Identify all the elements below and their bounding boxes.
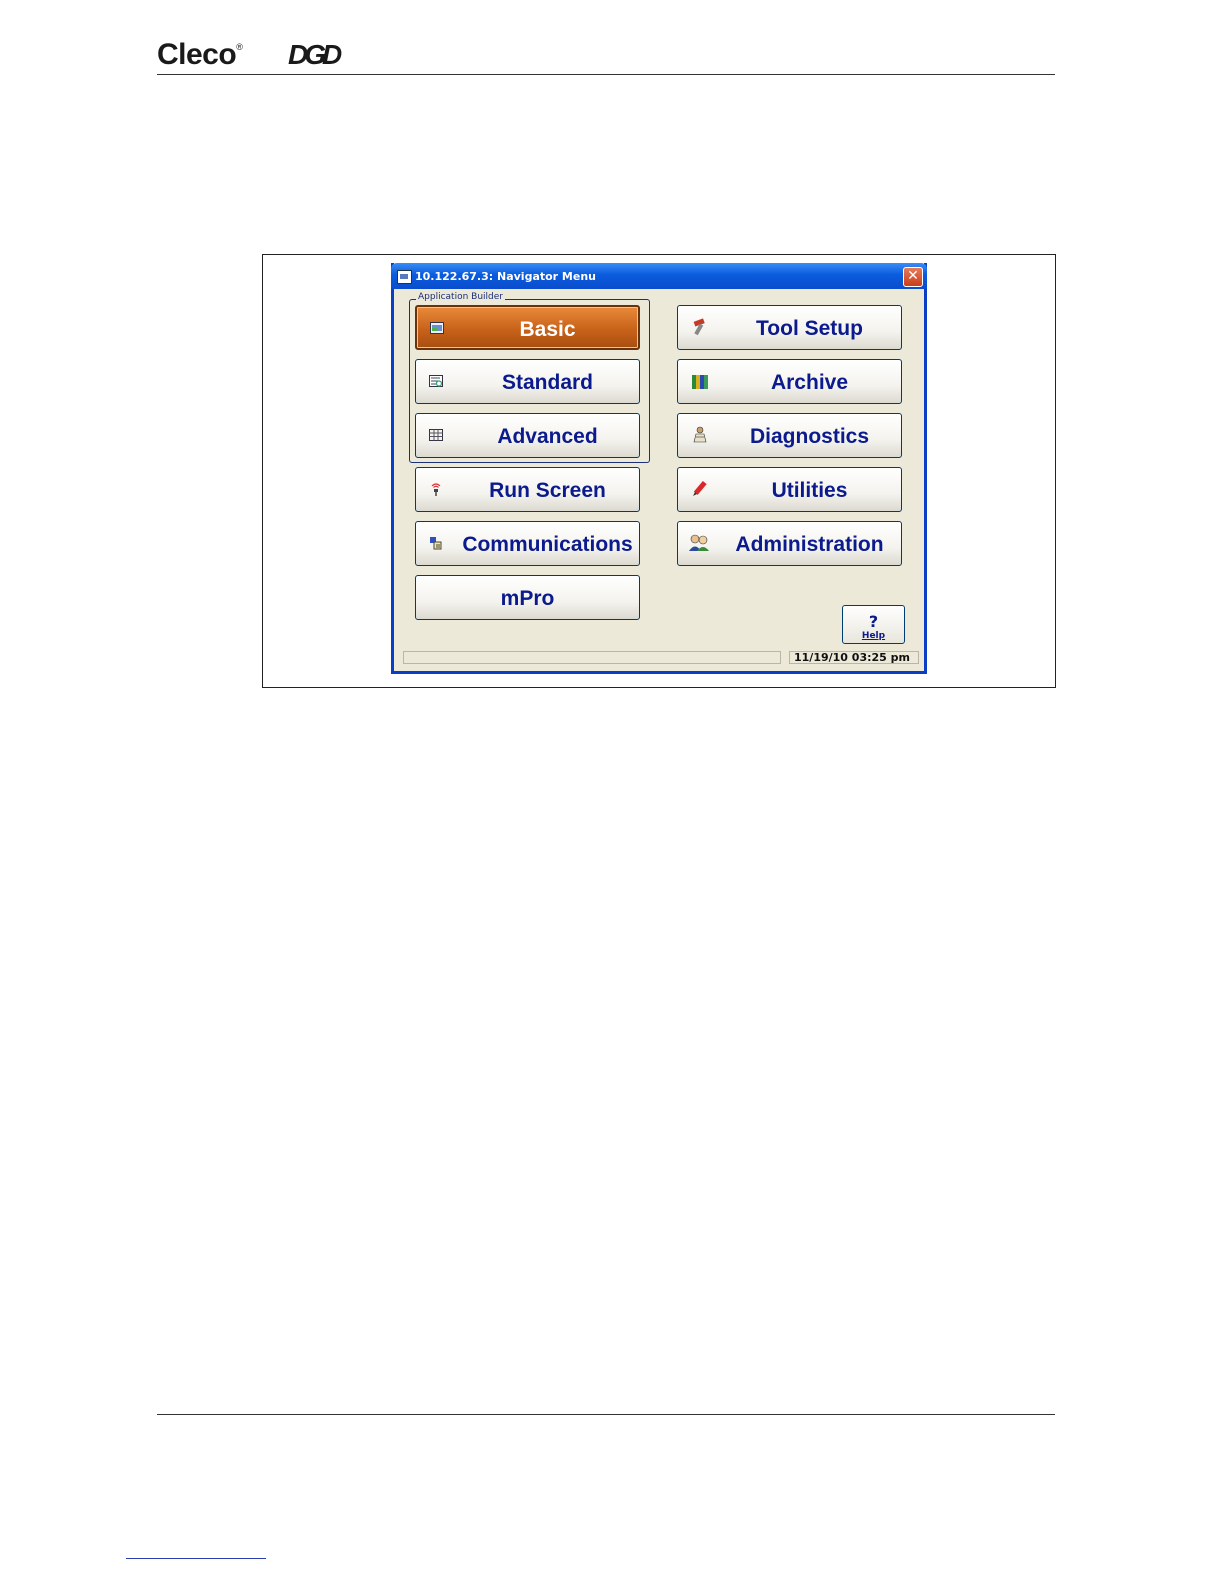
status-bar-message [403,651,781,664]
advanced-label: Advanced [497,425,598,448]
help-icon: ? [868,611,879,631]
app-icon [397,270,412,284]
basic-button[interactable]: Basic [415,305,640,350]
diagnostics-label: Diagnostics [749,425,870,448]
standard-label: Standard [501,371,593,394]
diagnostics-button[interactable]: Diagnostics [677,413,902,458]
archive-button[interactable]: Archive [677,359,902,404]
tool-setup-button[interactable]: Tool Setup [677,305,902,350]
run-screen-label: Run Screen [489,479,606,502]
binders-icon [692,375,708,389]
archive-label: Archive [770,371,849,394]
administration-button[interactable]: Administration [677,521,902,566]
users-icon [689,534,709,551]
form-icon [430,322,444,334]
communications-button[interactable]: Communications [415,521,640,566]
pen-icon [693,480,707,496]
advanced-button[interactable]: Advanced [415,413,640,458]
help-label: Help [861,630,886,641]
footer-divider [157,1414,1055,1415]
tool-setup-label: Tool Setup [756,317,863,340]
basic-label: Basic [519,318,576,341]
application-builder-label: Application Builder [416,292,505,302]
page-header: Cleco® DGD [157,38,1055,75]
run-screen-button[interactable]: Run Screen [415,467,640,512]
navigator-window: 10.122.67.3: Navigator Menu ✕ Applicatio… [391,263,927,674]
form-list-icon [429,375,443,387]
administration-label: Administration [735,533,884,556]
window-title: 10.122.67.3: Navigator Menu [415,270,597,283]
mpro-button[interactable]: mPro [415,575,640,620]
technician-icon [693,426,707,443]
title-bar[interactable]: 10.122.67.3: Navigator Menu ✕ [391,263,927,289]
dgd-logo: DGD [288,39,342,70]
close-button[interactable]: ✕ [903,267,923,287]
standard-button[interactable]: Standard [415,359,640,404]
antenna-icon [431,483,441,496]
communications-label: Communications [462,533,633,556]
cleco-logo: Cleco® [157,38,243,71]
status-bar-datetime: 11/19/10 03:25 pm [789,651,919,664]
help-button[interactable]: ? Help [842,605,905,644]
network-icon [430,537,442,550]
mpro-label: mPro [500,587,555,610]
grid-icon [429,429,443,441]
footer-link-underline [126,1558,266,1559]
utilities-button[interactable]: Utilities [677,467,902,512]
wrench-icon [693,318,705,336]
utilities-label: Utilities [771,479,848,502]
